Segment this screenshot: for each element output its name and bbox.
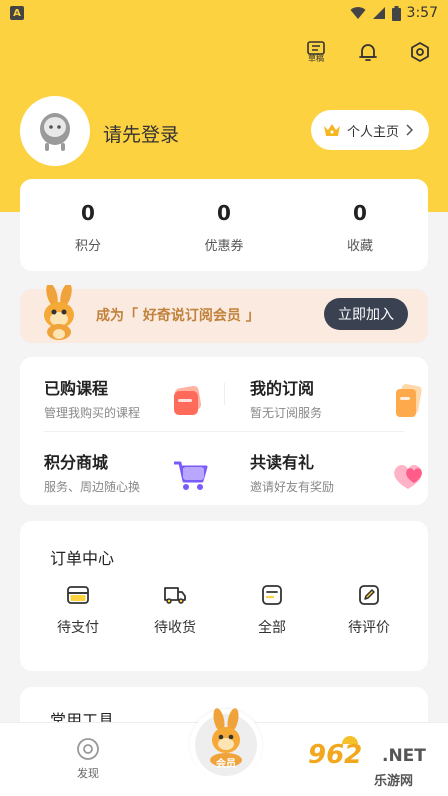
order-pending-review[interactable]: 待评价 [333,583,405,637]
stat-value: 0 [217,201,231,225]
stat-favorites[interactable]: 0 收藏 [292,179,428,271]
stat-label: 优惠券 [204,239,244,254]
default-avatar-icon [40,113,70,151]
stat-points[interactable]: 0 积分 [20,179,156,271]
list-icon [262,585,282,605]
app-notification-icon: A [10,6,24,20]
wallet-icon [67,586,89,604]
wifi-icon [350,7,366,20]
vip-banner-text: 成为「 好奇说订阅会员 」 [96,308,260,324]
stat-label: 积分 [74,239,101,254]
order-pending-payment[interactable]: 待支付 [42,583,114,637]
feature-divider [224,383,225,405]
stat-value: 0 [353,201,367,225]
order-label: 待评价 [348,620,390,636]
vip-badge: 会员 [195,708,257,776]
subscription-icon [396,384,422,417]
draft-label: 草稿 [308,53,324,63]
status-bar: A 3:57 [0,0,448,26]
stat-label: 收藏 [346,239,373,254]
hearts-icon [394,465,422,489]
delivery-truck-icon [164,587,186,604]
orders-title: 订单中心 [50,549,115,568]
header-actions: 草稿 [304,40,432,64]
draft-button[interactable]: 草稿 [304,40,328,64]
features-card: 已购课程 管理我购买的课程 我的订阅 暂无订阅服务 积分商城 服务、周边随心换 … [20,357,428,505]
my-subscriptions-item[interactable]: 我的订阅 暂无订阅服务 [250,375,422,425]
edit-review-icon [359,585,379,605]
notification-button[interactable] [356,40,380,64]
profile-button-label: 个人主页 [347,124,400,140]
order-pending-delivery[interactable]: 待收货 [139,583,211,637]
watermark-sub: 乐游网 [374,774,414,789]
watermark-net: .NET [382,746,426,766]
signal-icon [372,7,385,19]
stat-value: 0 [81,201,95,225]
stat-coupons[interactable]: 0 优惠券 [156,179,292,271]
shopping-cart-icon [174,461,208,490]
purchased-courses-item[interactable]: 已购课程 管理我购买的课程 [44,375,214,425]
nav-discover[interactable]: 发现 [60,737,116,781]
bell-icon [359,44,377,61]
settings-icon [411,42,429,62]
settings-button[interactable] [408,40,432,64]
avatar[interactable] [20,96,90,166]
nav-label: 会员 [216,759,236,770]
nav-vip[interactable]: 会员 [190,708,262,781]
order-label: 待支付 [57,620,99,636]
points-mall-item[interactable]: 积分商城 服务、周边随心换 [44,449,214,499]
orders-card: 订单中心 待支付 待收货 全部 待评价 [20,521,428,671]
chevron-right-icon [406,124,414,136]
watermark-main: 962 [308,740,363,770]
order-label: 全部 [258,620,286,636]
join-vip-button[interactable]: 立即加入 [324,298,408,330]
vip-banner[interactable]: 成为「 好奇说订阅会员 」 立即加入 [20,285,428,343]
watermark-logo: 962 .NET 乐游网 [302,736,442,790]
nav-label: 发现 [77,767,99,780]
crown-icon [324,124,340,136]
order-label: 待收货 [154,620,196,636]
stats-card: 0 积分 0 优惠券 0 收藏 [20,179,428,271]
discover-icon [77,738,99,760]
kangaroo-mascot-icon [44,285,74,340]
login-prompt[interactable]: 请先登录 [103,120,179,147]
order-all[interactable]: 全部 [236,583,308,637]
profile-button[interactable]: 个人主页 [311,110,429,150]
clock: 3:57 [406,5,438,21]
read-together-gift-item[interactable]: 共读有礼 邀请好友有奖励 [250,449,422,499]
feature-divider [44,431,404,432]
courses-icon [174,385,202,415]
battery-icon [391,5,401,21]
